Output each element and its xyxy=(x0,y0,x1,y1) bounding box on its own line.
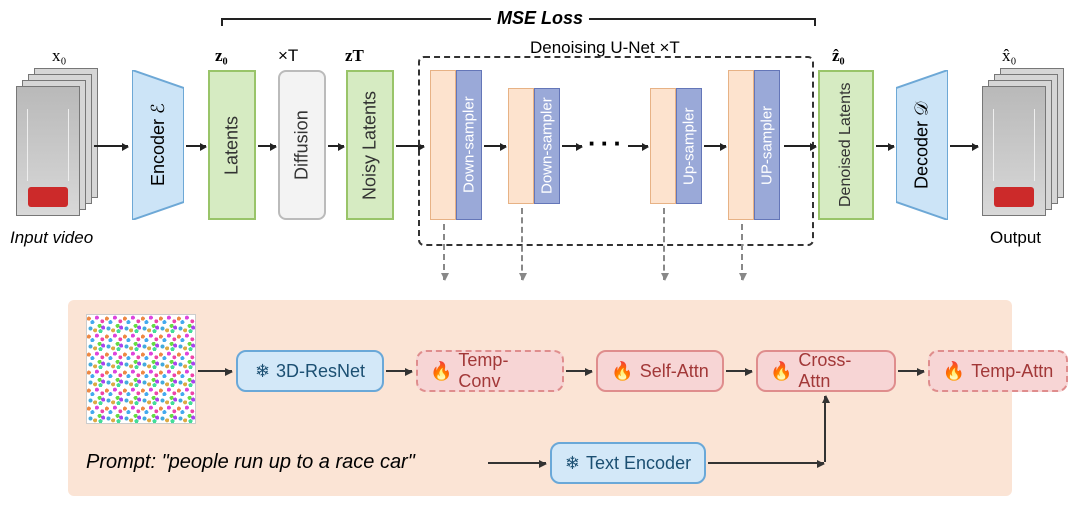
diffusion-block: Diffusion xyxy=(278,70,326,220)
arrow-enc-lat xyxy=(186,145,206,147)
denoised-latents-block: Denoised Latents xyxy=(818,70,874,220)
crossattn-label: Cross-Attn xyxy=(798,350,882,392)
arrow-u3 xyxy=(628,145,648,147)
arrow-p2 xyxy=(566,370,592,372)
tempattn-block: 🔥 Temp-Attn xyxy=(928,350,1068,392)
dashed-arrow-3 xyxy=(663,208,665,280)
fire-icon: 🔥 xyxy=(770,361,792,382)
arrow-diff-noisy xyxy=(328,145,344,147)
arrow-p3 xyxy=(726,370,752,372)
resnet-block: ❄ 3D-ResNet xyxy=(236,350,384,392)
tempconv-block: 🔥 Temp-Conv xyxy=(416,350,564,392)
tempconv-label: Temp-Conv xyxy=(458,350,550,392)
selfattn-block: 🔥 Self-Attn xyxy=(596,350,724,392)
pipeline-row: Input video Encoder ℰ Latents Diffusion … xyxy=(20,10,1060,260)
arrow-text-up xyxy=(824,396,826,462)
output-label: Output xyxy=(990,228,1041,248)
unet-up-2: UP-sampler xyxy=(728,70,780,220)
arrow-input-encoder xyxy=(94,145,128,147)
detail-panel: ❄ 3D-ResNet 🔥 Temp-Conv 🔥 Self-Attn 🔥 Cr… xyxy=(68,300,1012,496)
textenc-label: Text Encoder xyxy=(586,453,691,474)
arrow-u2 xyxy=(562,145,582,147)
arrow-p1 xyxy=(386,370,412,372)
noisy-latents-block: Noisy Latents xyxy=(346,70,394,220)
dashed-arrow-1 xyxy=(443,224,445,280)
latents-label: Latents xyxy=(208,70,256,220)
arrow-denoised-dec xyxy=(876,145,894,147)
down-sampler-1-label: Down-sampler xyxy=(456,70,482,220)
arrow-dec-output xyxy=(950,145,978,147)
selfattn-label: Self-Attn xyxy=(640,361,709,382)
prompt-row: Prompt: "people run up to a race car" xyxy=(86,451,415,474)
arrow-lat-diff xyxy=(258,145,276,147)
prompt-text: "people run up to a race car" xyxy=(162,451,415,473)
fire-icon: 🔥 xyxy=(430,361,452,382)
noisy-latents-label: Noisy Latents xyxy=(346,70,394,220)
crossattn-block: 🔥 Cross-Attn xyxy=(756,350,896,392)
prompt-label: Prompt: xyxy=(86,451,162,473)
noise-thumbnail xyxy=(86,314,196,424)
arrow-p4 xyxy=(898,370,924,372)
fire-icon: 🔥 xyxy=(611,361,633,382)
arrow-u1 xyxy=(484,145,506,147)
arrow-noise-resnet xyxy=(198,370,232,372)
down-sampler-2-label: Down-sampler xyxy=(534,88,560,204)
unet-down-2: Down-sampler xyxy=(508,88,560,204)
resnet-label: 3D-ResNet xyxy=(276,361,365,382)
arrow-unet-denoised xyxy=(784,145,816,147)
textenc-block: ❄ Text Encoder xyxy=(550,442,706,484)
up-sampler-1-label: Up-sampler xyxy=(676,88,702,204)
up-sampler-2-label: UP-sampler xyxy=(754,70,780,220)
latents-block: Latents xyxy=(208,70,256,220)
encoder-block: Encoder ℰ xyxy=(132,70,184,220)
denoised-latents-label: Denoised Latents xyxy=(818,70,874,220)
unet-down-1: Down-sampler xyxy=(430,70,482,220)
unet-dots: ··· xyxy=(588,128,626,159)
diffusion-label: Diffusion xyxy=(278,70,326,220)
output-video-frames xyxy=(982,68,1066,222)
arrow-prompt-textenc xyxy=(488,462,546,464)
input-video-label: Input video xyxy=(10,228,93,248)
unet-up-1: Up-sampler xyxy=(650,88,702,204)
arrow-u4 xyxy=(704,145,726,147)
dashed-arrow-2 xyxy=(521,208,523,280)
snow-icon: ❄ xyxy=(255,361,270,382)
dashed-arrow-4 xyxy=(741,224,743,280)
fire-icon: 🔥 xyxy=(943,361,965,382)
tempattn-label: Temp-Attn xyxy=(971,361,1053,382)
arrow-text-arm xyxy=(708,462,824,464)
snow-icon: ❄ xyxy=(565,453,580,474)
input-video-frames xyxy=(16,68,100,222)
decoder-label: Decoder 𝒟 xyxy=(896,70,948,220)
decoder-block: Decoder 𝒟 xyxy=(896,70,948,220)
encoder-label: Encoder ℰ xyxy=(132,70,184,220)
